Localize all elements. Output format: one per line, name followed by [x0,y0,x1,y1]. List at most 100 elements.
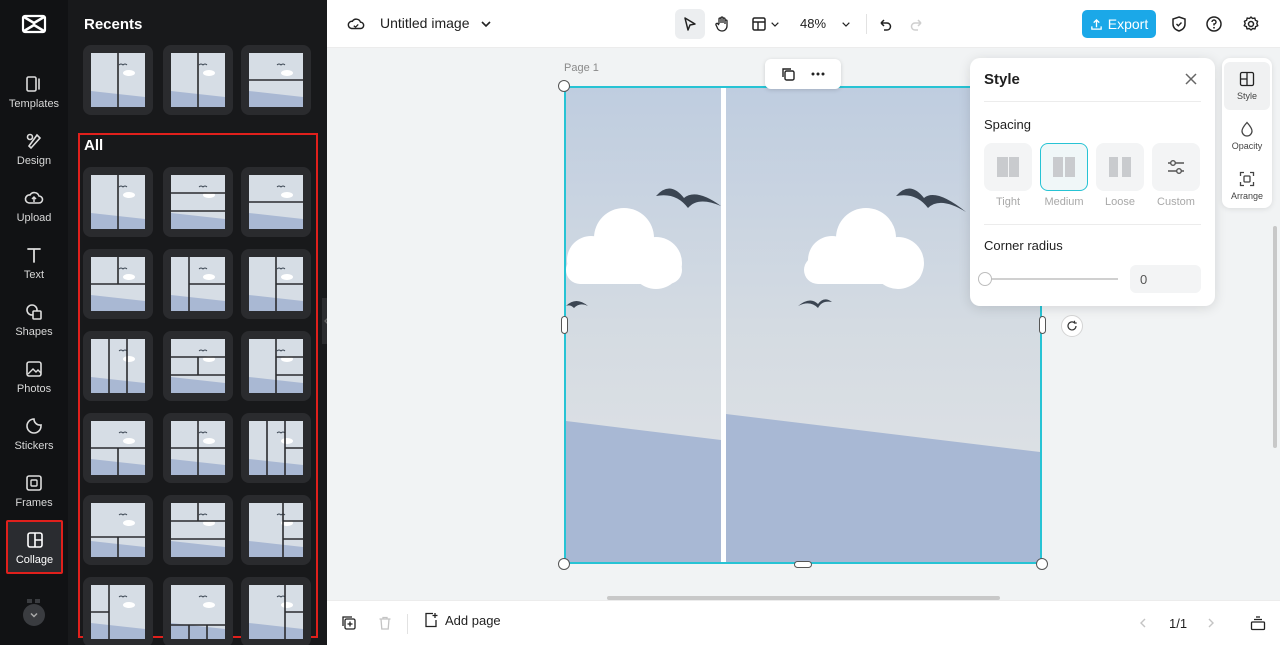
collage-layout-thumbnail[interactable] [83,577,153,645]
export-button[interactable]: Export [1082,10,1156,38]
page-manager-button[interactable] [1248,613,1268,633]
delete-page-button[interactable] [375,613,395,633]
rail-item-stickers[interactable]: Stickers [0,414,68,466]
rail-item-design[interactable]: Design [0,129,68,181]
hand-tool-button[interactable] [707,9,737,39]
page-label: Page 1 [564,62,599,74]
corner-radius-slider-handle[interactable] [978,272,992,286]
spacing-option-custom[interactable] [1152,143,1200,191]
collage-layout-thumbnail[interactable] [163,331,233,401]
help-button[interactable] [1199,9,1229,39]
layout-preview-icon [171,503,225,557]
collage-layout-thumbnail[interactable] [241,331,311,401]
tab-opacity[interactable]: Opacity [1224,112,1270,160]
trash-icon [379,616,391,630]
layout-preview-icon [171,421,225,475]
rail-item-frames[interactable]: Frames [0,471,68,523]
recent-layout-thumbnail[interactable] [83,45,153,115]
spacing-tight-icon [997,157,1019,177]
collage-layout-thumbnail[interactable] [163,577,233,645]
resize-handle-bottom-left[interactable] [558,558,570,570]
duplicate-icon[interactable] [780,66,796,82]
next-page-button[interactable] [1201,613,1221,633]
chevron-down-icon [771,22,779,27]
rail-expand-button[interactable] [23,604,45,626]
title-menu-button[interactable] [471,9,501,39]
rail-item-templates[interactable]: Templates [0,72,68,124]
layout-preview-icon [171,257,225,311]
spacing-option-label: Custom [1157,196,1195,208]
style-panel: Style Spacing Tight Medium Loose Custom … [970,58,1215,306]
upload-icon [1090,18,1102,30]
resize-handle-right[interactable] [1039,316,1046,334]
undo-button[interactable] [870,9,900,39]
corner-radius-slider-track[interactable] [984,278,1118,280]
rotate-button[interactable] [1061,315,1083,337]
previous-page-button[interactable] [1133,613,1153,633]
collage-layout-thumbnail[interactable] [241,167,311,237]
add-page-button[interactable]: Add page [423,612,501,628]
select-tool-button[interactable] [675,9,705,39]
stickers-icon [26,418,42,434]
collage-layout-thumbnail[interactable] [241,413,311,483]
collage-layout-thumbnail[interactable] [163,249,233,319]
frames-icon [26,475,42,491]
rail-label-stickers: Stickers [14,440,54,452]
collage-layout-thumbnail[interactable] [83,167,153,237]
collage-layout-thumbnail[interactable] [83,495,153,565]
droplet-icon [1241,121,1253,137]
zoom-dropdown[interactable] [836,9,856,39]
zoom-level[interactable]: 48% [800,16,826,31]
tab-arrange[interactable]: Arrange [1224,162,1270,210]
spacing-option-medium[interactable] [1040,143,1088,191]
layout-preview-icon [249,585,303,639]
rail-item-upload[interactable]: Upload [0,186,68,238]
more-icon[interactable] [810,66,826,82]
collage-layout-thumbnail[interactable] [163,167,233,237]
redo-button[interactable] [902,9,932,39]
collage-layout-thumbnail[interactable] [241,249,311,319]
layout-preview-icon [171,53,225,107]
rail-label-upload: Upload [16,212,52,224]
cloud-save-button[interactable] [341,9,371,39]
rail-item-shapes[interactable]: Shapes [0,300,68,352]
duplicate-page-button[interactable] [339,613,359,633]
toolbar-divider [866,14,867,34]
layout-preview-icon [171,175,225,229]
collage-layout-thumbnail[interactable] [83,249,153,319]
collage-layout-thumbnail[interactable] [83,331,153,401]
rail-item-collage[interactable]: Collage [6,520,63,574]
close-icon[interactable] [1182,70,1200,88]
rail-item-text[interactable]: Text [0,243,68,295]
canvas-vertical-scrollbar[interactable] [1273,226,1277,448]
recent-layout-thumbnail[interactable] [163,45,233,115]
resize-handle-top-left[interactable] [558,80,570,92]
tab-style[interactable]: Style [1224,62,1270,110]
spacing-option-tight[interactable] [984,143,1032,191]
rail-label-design: Design [16,155,52,167]
collage-layout-thumbnail[interactable] [241,577,311,645]
corner-radius-input[interactable] [1130,265,1201,293]
rail-item-photos[interactable]: Photos [0,357,68,409]
spacing-option-loose[interactable] [1096,143,1144,191]
collage-layout-thumbnail[interactable] [163,495,233,565]
collage-layout-thumbnail[interactable] [241,495,311,565]
rail-label-frames: Frames [15,497,53,509]
settings-button[interactable] [1236,9,1266,39]
recent-layout-thumbnail[interactable] [241,45,311,115]
left-rail: Templates Design Upload Text Shapes Phot… [0,0,68,645]
collage-layout-thumbnail[interactable] [163,413,233,483]
layout-preview-icon [91,585,145,639]
resize-handle-left[interactable] [561,316,568,334]
resize-handle-bottom-right[interactable] [1036,558,1048,570]
collage-layout-thumbnail[interactable] [83,413,153,483]
resize-handle-bottom[interactable] [794,561,812,568]
divider [984,101,1201,102]
document-title[interactable]: Untitled image [380,15,470,31]
shield-button[interactable] [1164,9,1194,39]
rail-label-templates: Templates [8,98,60,110]
spacing-option-label: Tight [995,196,1021,208]
collage-panel: Recents All [68,0,327,645]
collage-cell-left[interactable] [566,88,721,562]
layout-dropdown[interactable] [765,9,785,39]
